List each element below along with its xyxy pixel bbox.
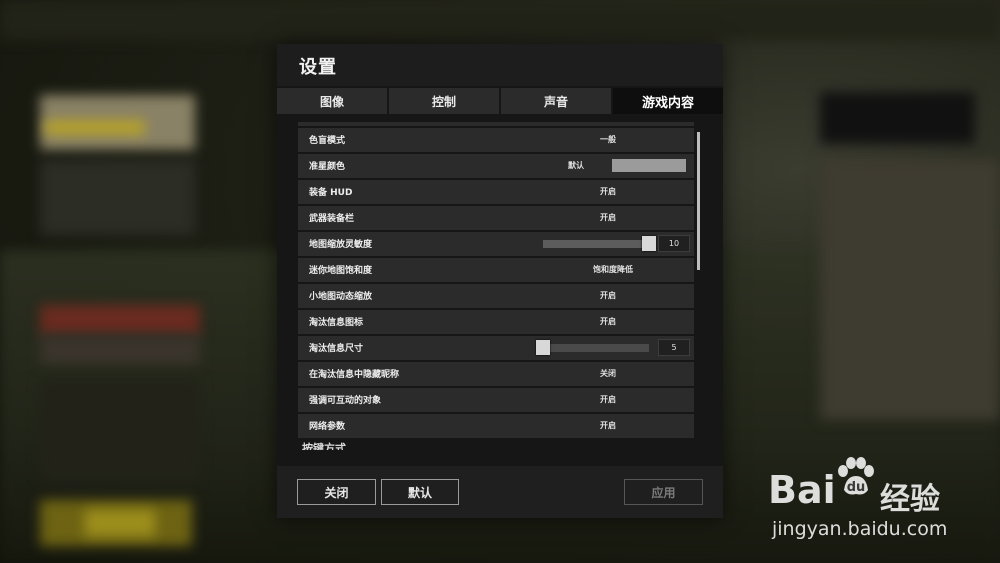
svg-text:du: du (847, 480, 866, 495)
close-button[interactable]: 关闭 (297, 479, 376, 505)
kill-size-slider[interactable] (536, 340, 649, 355)
baidu-watermark: Bai du 经验 jingyan.baidu.com (760, 450, 990, 545)
setting-label: 迷你地图饱和度 (309, 266, 373, 276)
slider-fill (543, 240, 649, 248)
setting-equip-hud[interactable]: 装备 HUD 开启 (298, 180, 694, 204)
bg-tree (820, 160, 1000, 420)
setting-kill-size[interactable]: 淘汰信息尺寸 5 (298, 336, 694, 360)
tab-gameplay[interactable]: 游戏内容 (613, 88, 723, 114)
watermark-cn-text: 经验 (880, 482, 940, 517)
setting-label: 小地图动态缩放 (309, 292, 373, 302)
watermark-url: jingyan.baidu.com (772, 518, 948, 540)
kill-size-value[interactable]: 5 (658, 339, 690, 356)
dialog-title: 设置 (299, 57, 337, 78)
setting-label: 装备 HUD (309, 188, 353, 198)
setting-label: 地图缩放灵敏度 (309, 240, 373, 250)
bg-right-panel (820, 92, 975, 144)
scrollbar[interactable] (697, 122, 700, 452)
map-zoom-value[interactable]: 10 (658, 235, 690, 252)
scrollbar-thumb[interactable] (697, 132, 700, 270)
map-zoom-slider[interactable] (543, 236, 656, 251)
bg-start-label (85, 510, 155, 536)
list-item (298, 122, 694, 126)
section-header: 按键方式 (302, 442, 346, 450)
setting-network[interactable]: 网络参数 开启 (298, 414, 694, 438)
apply-button[interactable]: 应用 (624, 479, 703, 505)
dialog-header: 设置 (277, 44, 723, 86)
setting-weapon-bar[interactable]: 武器装备栏 开启 (298, 206, 694, 230)
bg-side-menu (40, 380, 200, 480)
bg-top-bar (0, 0, 1000, 40)
setting-value[interactable]: 开启 (558, 316, 658, 327)
setting-label: 网络参数 (309, 422, 346, 432)
bg-panel (40, 335, 200, 365)
tab-graphics[interactable]: 图像 (277, 88, 387, 114)
bg-card (40, 160, 195, 235)
bg-card-stripe (45, 120, 145, 135)
setting-value: 默认 (568, 161, 584, 170)
setting-value[interactable]: 开启 (558, 186, 658, 197)
setting-value[interactable]: 开启 (558, 420, 658, 431)
setting-label: 淘汰信息图标 (309, 318, 364, 328)
setting-value[interactable]: 关闭 (558, 368, 658, 379)
settings-dialog: 设置 图像 控制 声音 游戏内容 色盲模式 一般 准星颜色 默认 装备 HUD … (277, 44, 723, 518)
setting-value[interactable]: 开启 (558, 394, 658, 405)
setting-value[interactable]: 开启 (558, 212, 658, 223)
setting-colorblind[interactable]: 色盲模式 一般 (298, 128, 694, 152)
setting-value[interactable]: 一般 (558, 134, 658, 145)
setting-hide-nickname[interactable]: 在淘汰信息中隐藏昵称 关闭 (298, 362, 694, 386)
tab-controls[interactable]: 控制 (389, 88, 499, 114)
setting-label: 色盲模式 (309, 136, 346, 146)
settings-list: 色盲模式 一般 准星颜色 默认 装备 HUD 开启 武器装备栏 开启 地图缩放灵… (298, 122, 696, 450)
setting-highlight-interactables[interactable]: 强调可互动的对象 开启 (298, 388, 694, 412)
dialog-footer: 关闭 默认 应用 (277, 466, 723, 518)
tab-sound[interactable]: 声音 (501, 88, 611, 114)
default-button[interactable]: 默认 (381, 479, 459, 505)
setting-value[interactable]: 饱和度降低 (563, 264, 663, 275)
setting-label: 准星颜色 (309, 162, 346, 172)
setting-label: 在淘汰信息中隐藏昵称 (309, 370, 400, 380)
paw-icon: du (838, 457, 874, 495)
setting-kill-icon[interactable]: 淘汰信息图标 开启 (298, 310, 694, 334)
setting-minimap-dynamic-zoom[interactable]: 小地图动态缩放 开启 (298, 284, 694, 308)
tab-bar: 图像 控制 声音 游戏内容 (277, 88, 723, 114)
setting-value[interactable]: 开启 (558, 290, 658, 301)
slider-thumb[interactable] (642, 236, 656, 251)
watermark-logo-text: Bai (768, 468, 836, 512)
setting-label: 武器装备栏 (309, 214, 355, 224)
color-swatch[interactable] (612, 159, 686, 172)
setting-map-zoom[interactable]: 地图缩放灵敏度 10 (298, 232, 694, 256)
setting-crosshair-color[interactable]: 准星颜色 默认 (298, 154, 694, 178)
setting-label: 淘汰信息尺寸 (309, 344, 364, 354)
slider-thumb[interactable] (536, 340, 550, 355)
setting-label: 强调可互动的对象 (309, 396, 382, 406)
bg-panel (40, 305, 200, 335)
setting-minimap-saturation[interactable]: 迷你地图饱和度 饱和度降低 (298, 258, 694, 282)
